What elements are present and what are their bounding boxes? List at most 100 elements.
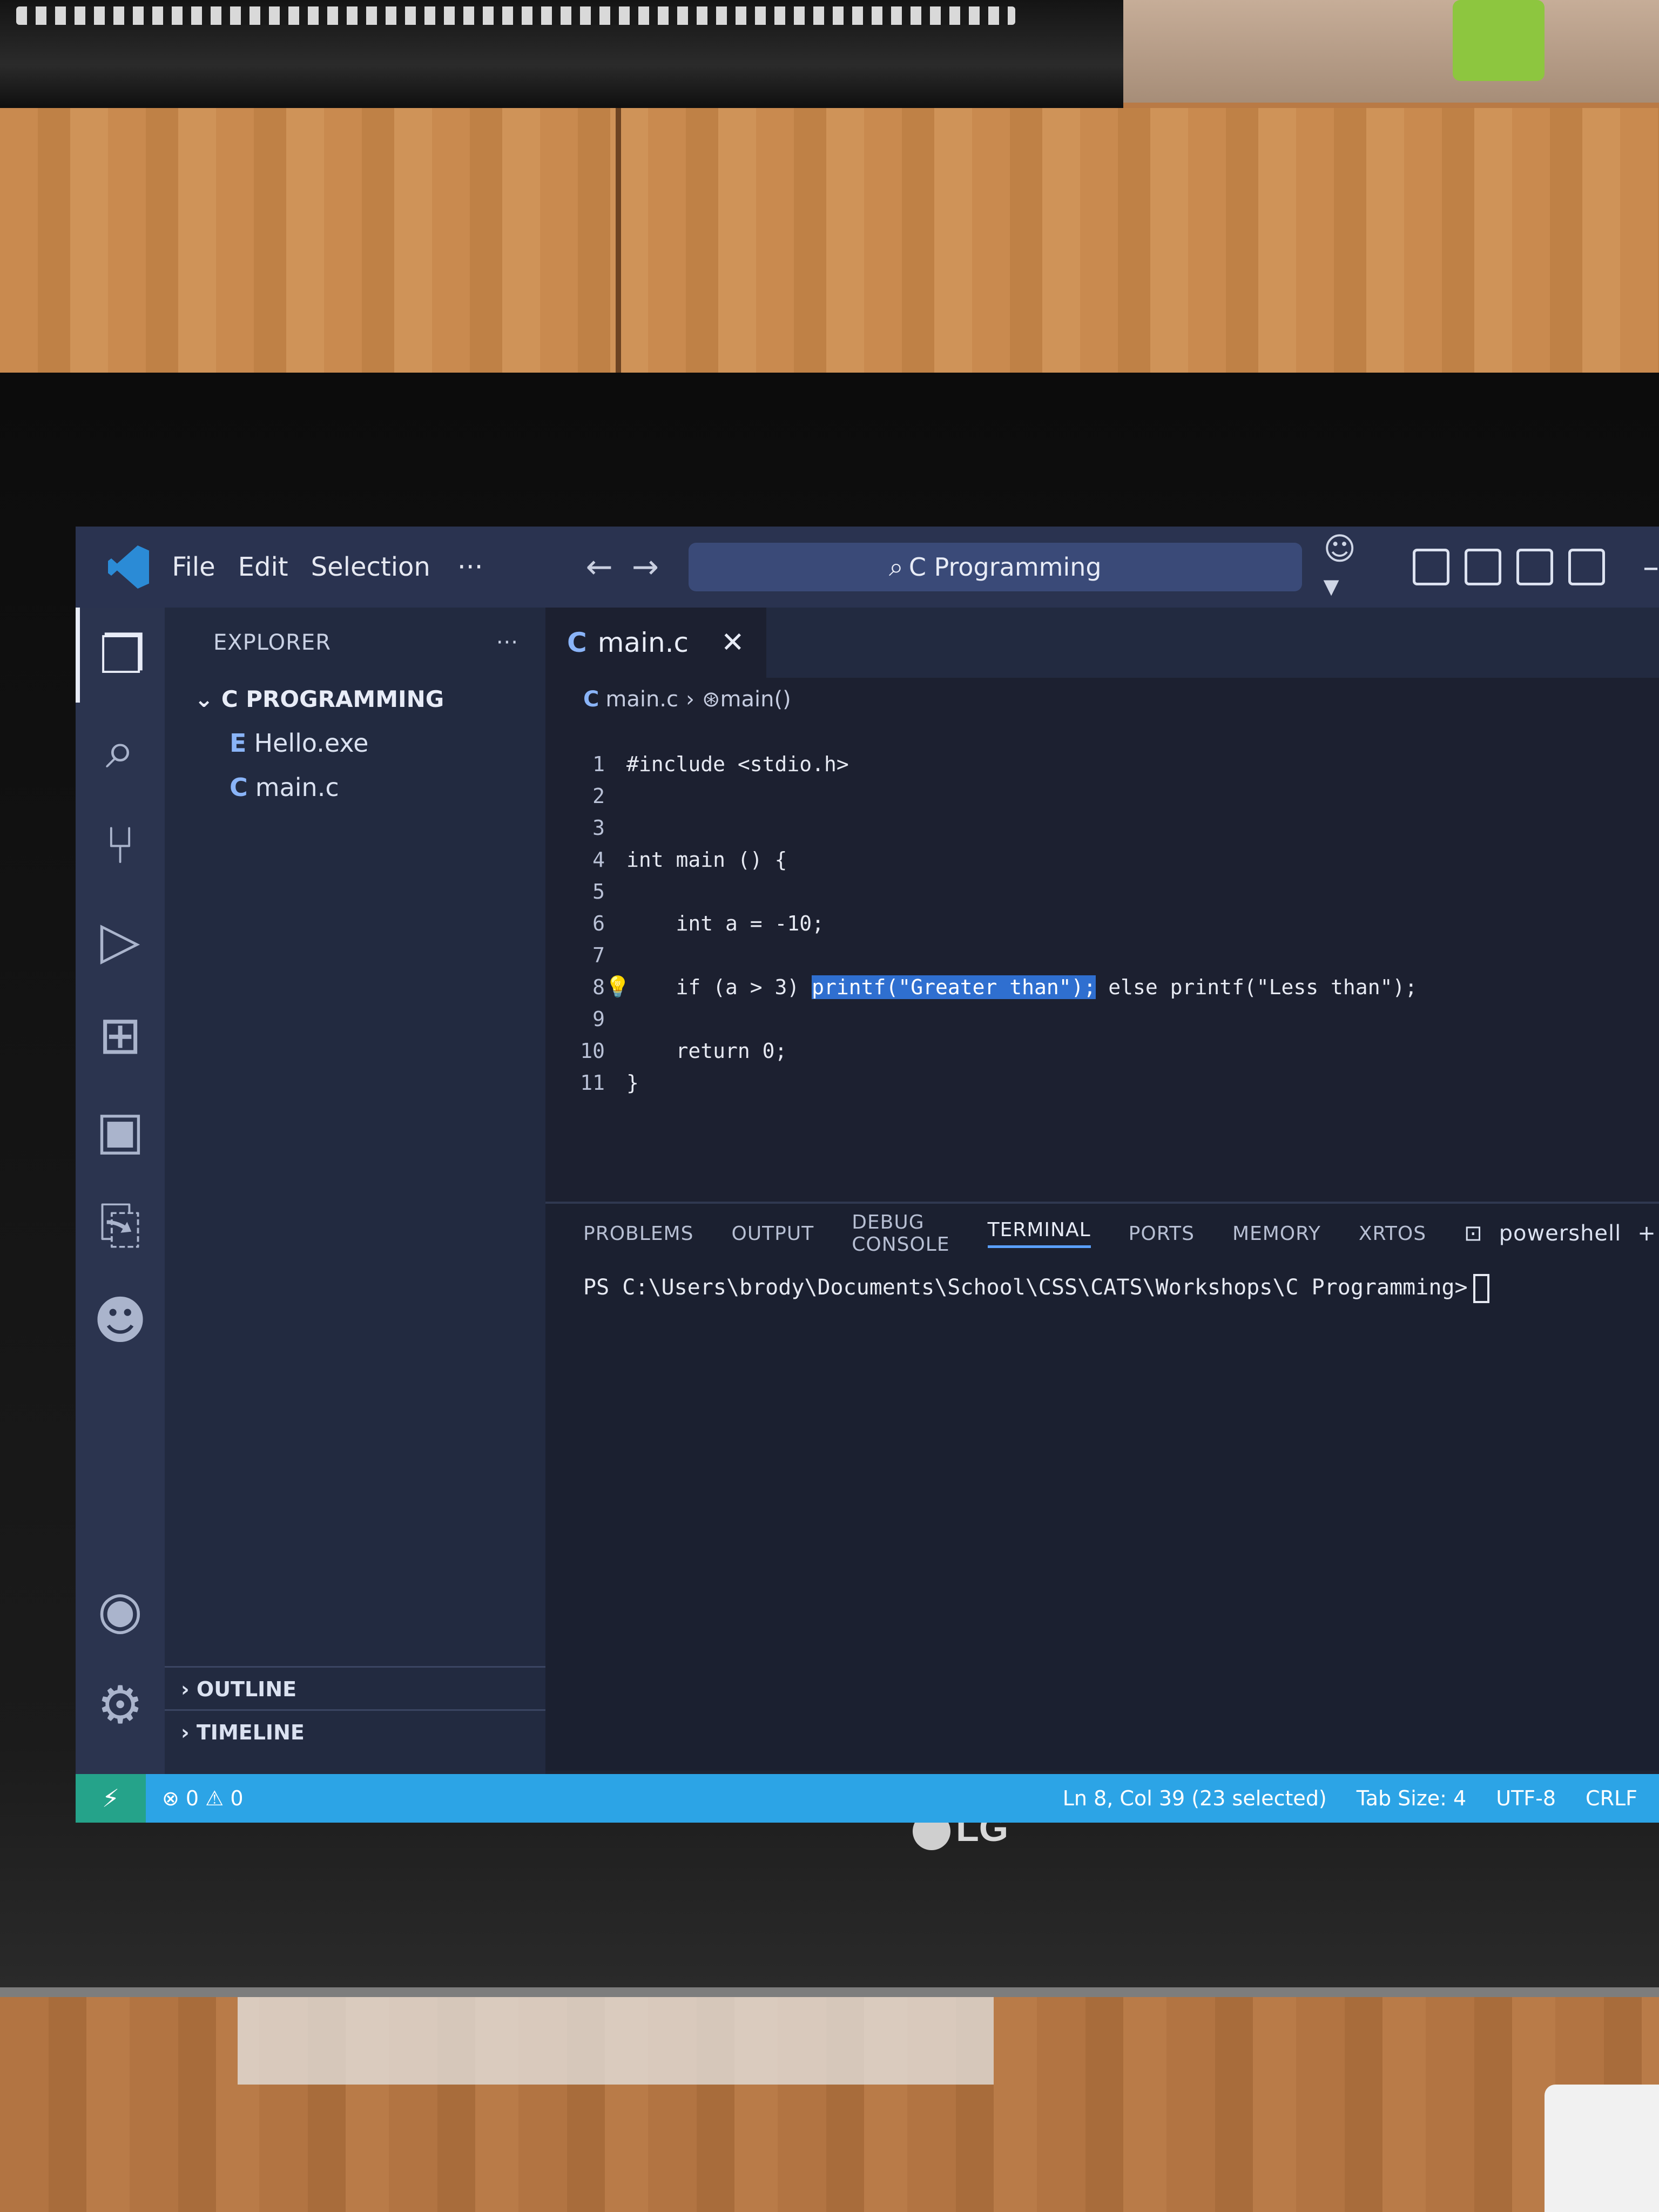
activity-bar: ❐ ⌕ ⑂ ▷ ⊞ ▣ ⎘ ☻ ◉ ⚙	[76, 608, 165, 1774]
toggle-secondary-sidebar-icon[interactable]	[1568, 549, 1605, 585]
explorer-header: EXPLORER ···	[165, 608, 545, 678]
copilot-icon[interactable]: ☺▾	[1324, 530, 1370, 604]
code-line: 10 return 0;	[580, 1038, 787, 1063]
code-line-selected: 8 💡 if (a > 3) printf("Greater than"); e…	[592, 975, 1418, 999]
extensions-icon[interactable]: ⊞	[76, 988, 165, 1083]
folder-root[interactable]: ⌄ C PROGRAMMING	[165, 678, 545, 721]
chevron-right-icon: ›	[181, 1721, 197, 1744]
file-main-c[interactable]: Cmain.c	[165, 765, 545, 810]
toggle-panel-icon[interactable]	[1516, 549, 1553, 585]
vscode-window: File Edit Selection ··· ←→ ⌕ C Programmi…	[76, 527, 1659, 1823]
settings-gear-icon[interactable]: ⚙	[76, 1657, 165, 1752]
tab-debug-console[interactable]: DEBUG CONSOLE	[852, 1211, 949, 1256]
remote-explorer-icon[interactable]: ▣	[76, 1083, 165, 1178]
search-icon: ⌕	[888, 551, 903, 582]
explorer-title: EXPLORER	[213, 630, 331, 655]
code-line: 9	[592, 1007, 605, 1031]
tab-memory[interactable]: MEMORY	[1232, 1223, 1321, 1245]
cables	[1123, 0, 1659, 103]
search-view-icon[interactable]: ⌕	[76, 703, 165, 798]
status-problems[interactable]: ⊗ 0 ⚠ 0	[162, 1786, 244, 1810]
code-line: 1 #include <stdio.h>	[592, 752, 849, 776]
source-control-icon[interactable]: ⑂	[76, 798, 165, 893]
led-strip	[16, 6, 1015, 25]
terminal-output[interactable]: PS C:\Users\brody\Documents\School\CSS\C…	[545, 1263, 1659, 1314]
layout-controls	[1412, 549, 1605, 585]
close-icon[interactable]: ✕	[721, 626, 745, 659]
status-bar: ⚡ ⊗ 0 ⚠ 0 Ln 8, Col 39 (23 selected) Tab…	[76, 1774, 1659, 1823]
back-icon[interactable]: ←	[586, 548, 632, 586]
explorer-sidebar: EXPLORER ··· ⌄ C PROGRAMMING E Hello.exe …	[165, 608, 562, 1774]
tab-ports[interactable]: PORTS	[1129, 1223, 1195, 1245]
explorer-more-button[interactable]: ···	[496, 630, 518, 655]
chevron-down-icon: ⌄	[194, 686, 221, 712]
bottom-panel: PROBLEMS OUTPUT DEBUG CONSOLE TERMINAL P…	[545, 1202, 1659, 1771]
file-hello-exe[interactable]: E Hello.exe	[165, 721, 545, 765]
editor-area: C main.c ✕ C main.c › ⊛ main() 1 #include…	[545, 608, 1659, 1202]
minimize-button[interactable]: –	[1643, 548, 1659, 586]
testing-icon[interactable]: ⎘	[76, 1178, 165, 1273]
copilot-chat-icon[interactable]: ☻	[76, 1273, 165, 1368]
search-text: C Programming	[908, 552, 1102, 582]
status-encoding[interactable]: UTF-8	[1496, 1786, 1556, 1810]
terminal-shell-icon: ⊡	[1464, 1220, 1483, 1246]
panel-actions: ⊡ powershell +⌄ ◫ 🗑	[1464, 1221, 1659, 1246]
title-bar: File Edit Selection ··· ←→ ⌕ C Programmi…	[76, 527, 1659, 608]
panel-tabs: PROBLEMS OUTPUT DEBUG CONSOLE TERMINAL P…	[545, 1204, 1659, 1263]
breadcrumb-file[interactable]: main.c	[605, 687, 678, 712]
customize-layout-icon[interactable]	[1412, 549, 1449, 585]
menu-more-button[interactable]: ···	[457, 551, 483, 583]
breadcrumb: C main.c › ⊛ main()	[545, 678, 1659, 721]
chevron-right-icon: ›	[686, 687, 695, 712]
c-file-icon: C	[583, 687, 599, 712]
menu-edit[interactable]: Edit	[238, 552, 288, 582]
breadcrumb-symbol[interactable]: main()	[720, 687, 791, 712]
tab-xrtos[interactable]: XRTOS	[1359, 1223, 1426, 1245]
editor-tabs: C main.c ✕	[545, 608, 1659, 678]
lightbulb-icon[interactable]: 💡	[605, 975, 630, 999]
code-line: 4 int main () {	[592, 847, 787, 872]
terminal-prompt: PS C:\Users\brody\Documents\School\CSS\C…	[583, 1275, 1468, 1300]
command-center-search[interactable]: ⌕ C Programming	[689, 543, 1302, 591]
tab-label: main.c	[597, 627, 689, 658]
menu-selection[interactable]: Selection	[311, 552, 430, 582]
forward-icon[interactable]: →	[632, 548, 678, 586]
c-file-icon: C	[230, 773, 248, 802]
tab-terminal[interactable]: TERMINAL	[987, 1219, 1091, 1248]
status-cursor-position[interactable]: Ln 8, Col 39 (23 selected)	[1063, 1786, 1327, 1810]
chevron-right-icon: ›	[181, 1677, 197, 1701]
shelf-seam	[616, 108, 621, 378]
terminal-shell-label[interactable]: powershell	[1499, 1221, 1622, 1246]
menu-file[interactable]: File	[172, 552, 215, 582]
code-line: 3	[592, 815, 605, 840]
overhead-device	[0, 0, 1123, 114]
code-line: 5	[592, 879, 605, 903]
timeline-section[interactable]: › TIMELINE	[165, 1709, 562, 1754]
charger	[1545, 2085, 1659, 2212]
green-connector	[1453, 0, 1545, 81]
accounts-icon[interactable]: ◉	[76, 1562, 165, 1657]
status-right: Ln 8, Col 39 (23 selected) Tab Size: 4 U…	[1063, 1786, 1637, 1810]
nav-arrows: ←→	[586, 548, 678, 586]
status-tab-size[interactable]: Tab Size: 4	[1357, 1786, 1466, 1810]
code-line: 6 int a = -10;	[592, 911, 825, 935]
new-terminal-icon[interactable]: +⌄	[1637, 1221, 1659, 1246]
function-icon: ⊛	[702, 687, 720, 712]
outline-section[interactable]: › OUTLINE	[165, 1666, 562, 1711]
code-line: 2	[592, 784, 605, 808]
status-eol[interactable]: CRLF	[1586, 1786, 1637, 1810]
code-editor[interactable]: 1 #include <stdio.h> 2 3 4 int main () { 5…	[545, 748, 1659, 1098]
run-debug-icon[interactable]: ▷	[76, 893, 165, 988]
remote-indicator-icon[interactable]: ⚡	[76, 1774, 146, 1823]
tab-problems[interactable]: PROBLEMS	[583, 1223, 693, 1245]
exe-file-icon: E	[230, 729, 247, 758]
explorer-icon[interactable]: ❐	[76, 608, 165, 703]
terminal-cursor	[1473, 1274, 1489, 1303]
vscode-logo-icon	[108, 545, 150, 589]
tab-main-c[interactable]: C main.c ✕	[545, 608, 766, 678]
toggle-sidebar-icon[interactable]	[1464, 549, 1501, 585]
tab-output[interactable]: OUTPUT	[731, 1223, 814, 1245]
wooden-shelf	[0, 108, 1659, 378]
selected-text: printf("Greater than");	[812, 975, 1096, 999]
c-file-icon: C	[567, 627, 587, 658]
